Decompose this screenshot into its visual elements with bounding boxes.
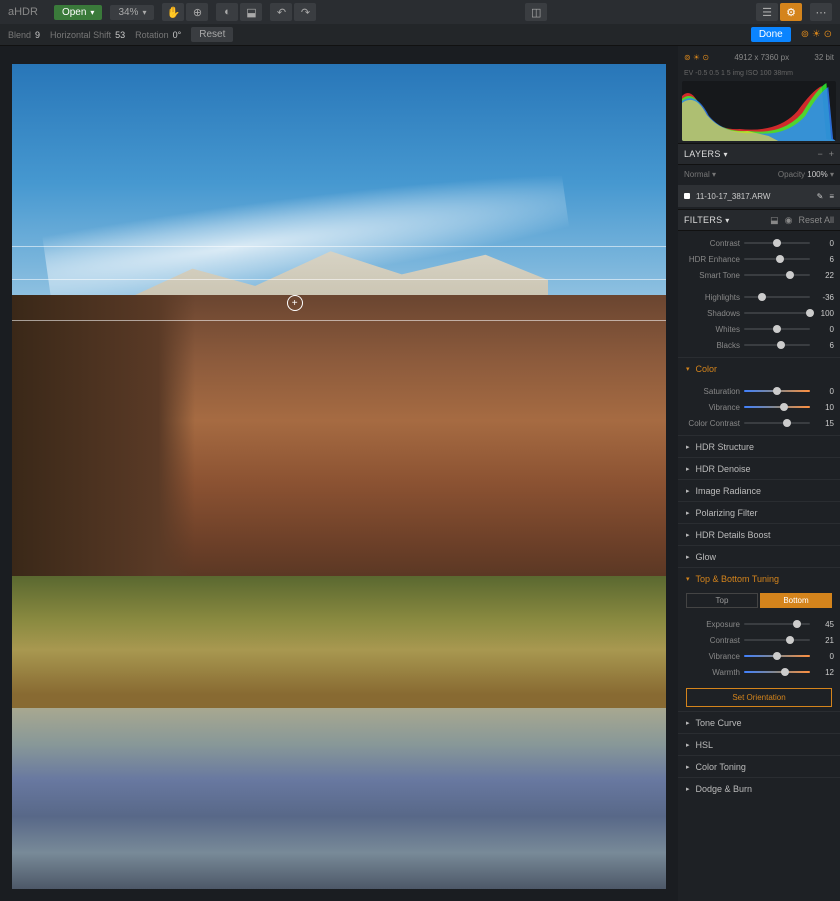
visibility-icon[interactable] xyxy=(684,193,690,199)
tb-contrast-slider[interactable]: Contrast21 xyxy=(684,632,834,648)
polarizing-header[interactable]: ▸Polarizing Filter xyxy=(678,501,840,523)
color-group-header[interactable]: ▾Color xyxy=(678,357,840,379)
guide-line[interactable] xyxy=(12,246,666,247)
right-panel: ⊚ ☀ ⊙ 4912 x 7360 px 32 bit EV -0.5 0.5 … xyxy=(678,46,840,901)
filters-header[interactable]: FILTERS ▾ ⬓ ◉ Reset All xyxy=(678,209,840,231)
vibrance-slider[interactable]: Vibrance10 xyxy=(684,399,834,415)
reset-button[interactable]: Reset xyxy=(191,27,233,42)
guide-line[interactable] xyxy=(12,279,666,280)
undo-icon[interactable]: ↶ xyxy=(270,3,292,21)
top-bottom-header[interactable]: ▾Top & Bottom Tuning xyxy=(678,567,840,589)
rotation-field: Rotation0° xyxy=(135,30,181,40)
compare-icon[interactable]: ⬓ xyxy=(770,215,779,226)
horizontal-shift-field: Horizontal Shift53 xyxy=(50,30,125,40)
before-after-icon[interactable]: ⬓ xyxy=(240,3,262,21)
layer-menu-icon[interactable]: ≡ xyxy=(829,192,834,201)
panel-toggle-group: ☰ ⚙ xyxy=(756,3,802,21)
tone-curve-header[interactable]: ▸Tone Curve xyxy=(678,711,840,733)
whites-slider[interactable]: Whites0 xyxy=(684,321,834,337)
tb-exposure-slider[interactable]: Exposure45 xyxy=(684,616,834,632)
done-button[interactable]: Done xyxy=(751,27,791,42)
set-orientation-button[interactable]: Set Orientation xyxy=(686,688,832,707)
guide-line[interactable] xyxy=(12,320,666,321)
image-info-row: ⊚ ☀ ⊙ 4912 x 7360 px 32 bit xyxy=(678,46,840,68)
shadows-slider[interactable]: Shadows100 xyxy=(684,305,834,321)
hdr-structure-header[interactable]: ▸HDR Structure xyxy=(678,435,840,457)
top-bottom-sliders: Exposure45 Contrast21 Vibrance0 Warmth12 xyxy=(678,612,840,684)
brush-icon[interactable]: ✎ xyxy=(817,192,824,201)
image-dimensions: 4912 x 7360 px xyxy=(734,53,789,62)
plus-icon[interactable]: + xyxy=(829,149,834,159)
layers-header[interactable]: LAYERS ▾ −+ xyxy=(678,143,840,165)
history-group: ↶ ↷ xyxy=(270,3,316,21)
layer-item[interactable]: 11-10-17_3817.ARW ✎ ≡ xyxy=(678,185,840,207)
reset-all-link[interactable]: Reset All xyxy=(798,215,834,226)
presets-panel-icon[interactable]: ☰ xyxy=(756,3,778,21)
blend-mode-dropdown[interactable]: Normal ▾ xyxy=(684,170,716,179)
zoom-tool-icon[interactable]: ⊕ xyxy=(186,3,208,21)
saturation-slider[interactable]: Saturation0 xyxy=(684,383,834,399)
settings-icon[interactable]: ⋯ xyxy=(810,3,832,21)
bottom-tab[interactable]: Bottom xyxy=(760,593,832,608)
glow-header[interactable]: ▸Glow xyxy=(678,545,840,567)
filters-panel-icon[interactable]: ⚙ xyxy=(780,3,802,21)
hdr-enhance-slider[interactable]: HDR Enhance6 xyxy=(684,251,834,267)
color-sliders: Saturation0 Vibrance10 Color Contrast15 xyxy=(678,379,840,435)
blacks-slider[interactable]: Blacks6 xyxy=(684,337,834,353)
redo-icon[interactable]: ↷ xyxy=(294,3,316,21)
minus-icon[interactable]: − xyxy=(817,149,822,159)
dodge-burn-header[interactable]: ▸Dodge & Burn xyxy=(678,777,840,799)
zoom-dropdown[interactable]: 34%▾ xyxy=(110,5,154,20)
crop-subbar: Blend9 Horizontal Shift53 Rotation0° Res… xyxy=(0,24,840,46)
cursor-target-icon: + xyxy=(287,295,303,311)
top-tab[interactable]: Top xyxy=(686,593,758,608)
image-canvas[interactable]: + xyxy=(0,46,678,901)
color-toning-header[interactable]: ▸Color Toning xyxy=(678,755,840,777)
top-bottom-tabs: Top Bottom xyxy=(686,593,832,608)
top-toolbar: aHDR Open▾ 34%▾ ✋ ⊕ ◐ ⬓ ↶ ↷ ◫ ☰ ⚙ ⋯ xyxy=(0,0,840,24)
image-radiance-header[interactable]: ▸Image Radiance xyxy=(678,479,840,501)
open-button[interactable]: Open▾ xyxy=(54,5,102,20)
metadata-icon[interactable]: ⊚ ☀ ⊙ xyxy=(684,53,709,62)
contrast-slider[interactable]: Contrast0 xyxy=(684,235,834,251)
highlights-slider[interactable]: Highlights-36 xyxy=(684,289,834,305)
layer-blend-row: Normal ▾ Opacity 100% ▾ xyxy=(678,165,840,183)
basic-filters: Contrast0 HDR Enhance6 Smart Tone22 High… xyxy=(678,231,840,357)
compare-icon[interactable]: ◐ xyxy=(216,3,238,21)
blend-field: Blend9 xyxy=(8,30,40,40)
tb-vibrance-slider[interactable]: Vibrance0 xyxy=(684,648,834,664)
image-preview: + xyxy=(12,64,666,889)
hsl-header[interactable]: ▸HSL xyxy=(678,733,840,755)
exposure-stats: EV -0.5 0.5 1 5 img ISO 100 38mm xyxy=(678,68,840,79)
layer-name: 11-10-17_3817.ARW xyxy=(696,192,770,201)
eye-icon[interactable]: ◉ xyxy=(785,215,793,226)
color-contrast-slider[interactable]: Color Contrast15 xyxy=(684,415,834,431)
tb-warmth-slider[interactable]: Warmth12 xyxy=(684,664,834,680)
hdr-denoise-header[interactable]: ▸HDR Denoise xyxy=(678,457,840,479)
info-sun-icon: ⊚ ☀ ⊙ xyxy=(801,29,832,40)
hand-tool-icon[interactable]: ✋ xyxy=(162,3,184,21)
smart-tone-slider[interactable]: Smart Tone22 xyxy=(684,267,834,283)
details-boost-header[interactable]: ▸HDR Details Boost xyxy=(678,523,840,545)
zoom-tool-group: ✋ ⊕ xyxy=(162,3,208,21)
crop-icon[interactable]: ◫ xyxy=(525,3,547,21)
app-name: aHDR xyxy=(8,6,38,18)
compare-group: ◐ ⬓ xyxy=(216,3,262,21)
histogram[interactable] xyxy=(682,81,836,141)
bit-depth: 32 bit xyxy=(814,53,834,62)
